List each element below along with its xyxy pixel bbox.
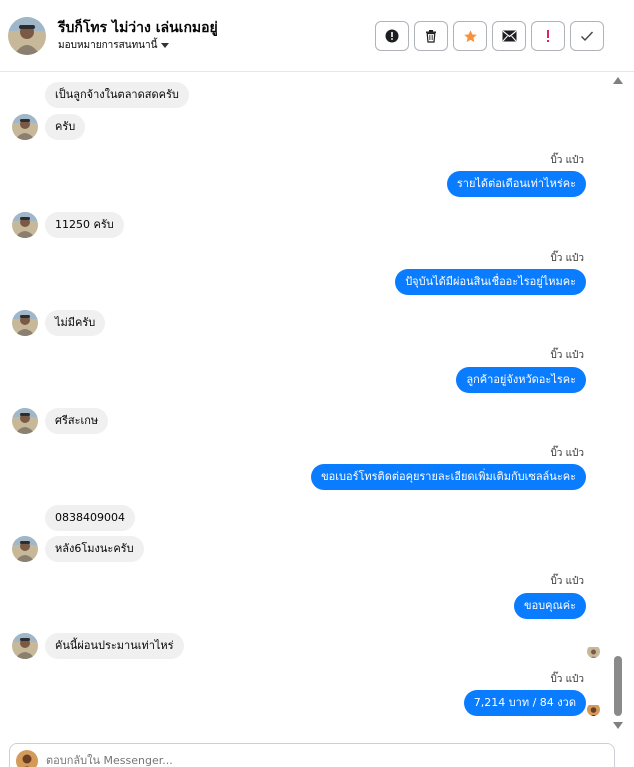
- customer-avatar-small: [12, 633, 38, 659]
- message-bubble-incoming[interactable]: ครับ: [45, 114, 86, 140]
- action-toolbar: [375, 21, 604, 51]
- star-icon: [463, 29, 477, 42]
- agent-name: บิ๊ว แป๋ว: [550, 155, 584, 166]
- message-bubble-outgoing[interactable]: ลูกค้าอยู่จังหวัดอะไรคะ: [456, 367, 586, 393]
- message-bubble-incoming[interactable]: 0838409004: [45, 505, 135, 531]
- reply-composer: [9, 743, 615, 767]
- agent-name: บิ๊ว แป๋ว: [550, 448, 584, 459]
- customer-avatar[interactable]: [8, 17, 46, 55]
- customer-avatar-small: [12, 408, 38, 434]
- assign-conversation-dropdown[interactable]: มอบหมายการสนทนานี้: [58, 38, 170, 53]
- message-bubble-incoming[interactable]: หลัง6โมงนะครับ: [45, 536, 144, 562]
- trash-icon: [426, 30, 436, 43]
- agent-name: บิ๊ว แป๋ว: [550, 253, 584, 264]
- customer-avatar-small: [12, 212, 38, 238]
- exclamation-circle-icon: [385, 29, 399, 43]
- customer-avatar-small: [12, 310, 38, 336]
- message-bubble-outgoing[interactable]: 7,214 บาท / 84 งวด: [463, 690, 586, 716]
- spam-button[interactable]: [531, 21, 565, 51]
- scroll-down-arrow-icon[interactable]: [613, 722, 623, 729]
- message-bubble-incoming[interactable]: ไม่มีครับ: [45, 310, 106, 336]
- message-thread: เป็นลูกจ้างในตลาดสดครับ ครับ บิ๊ว แป๋ว ร…: [0, 73, 612, 737]
- message-bubble-incoming[interactable]: 11250 ครับ: [45, 212, 124, 238]
- agent-name: บิ๊ว แป๋ว: [550, 576, 584, 587]
- message-bubble-incoming[interactable]: เป็นลูกจ้างในตลาดสดครับ: [45, 82, 189, 108]
- delete-button[interactable]: [414, 21, 448, 51]
- star-button[interactable]: [453, 21, 487, 51]
- alert-button[interactable]: [375, 21, 409, 51]
- scrollbar-thumb[interactable]: [614, 656, 622, 716]
- agent-name: บิ๊ว แป๋ว: [550, 350, 584, 361]
- seen-receipt-avatar: [587, 645, 600, 658]
- exclamation-icon: [547, 30, 549, 42]
- message-bubble-outgoing[interactable]: รายได้ต่อเดือนเท่าไหร่คะ: [446, 171, 586, 197]
- conversation-header: รีบก็โทร ไม่ว่าง เล่นเกมอยู่ มอบหมายการส…: [0, 0, 634, 72]
- customer-avatar-small: [12, 536, 38, 562]
- message-bubble-outgoing[interactable]: ขอบคุณค่ะ: [514, 593, 586, 619]
- agent-name: บิ๊ว แป๋ว: [550, 674, 584, 685]
- done-button[interactable]: [570, 21, 604, 51]
- message-bubble-incoming[interactable]: คันนี้ผ่อนประมานเท่าไหร่: [45, 633, 184, 659]
- customer-name[interactable]: รีบก็โทร ไม่ว่าง เล่นเกมอยู่: [58, 17, 218, 39]
- message-bubble-incoming[interactable]: ศรีสะเกษ: [45, 408, 109, 434]
- envelope-icon: [502, 30, 516, 42]
- agent-avatar: [16, 750, 38, 767]
- assign-conversation-label: มอบหมายการสนทนานี้: [58, 40, 158, 51]
- check-icon: [581, 31, 594, 42]
- agent-avatar-small: [587, 703, 600, 716]
- thread-scrollbar[interactable]: [612, 73, 634, 737]
- customer-avatar-small: [12, 114, 38, 140]
- reply-input[interactable]: [46, 754, 586, 767]
- message-bubble-outgoing[interactable]: ปัจุบันได้มีผ่อนสินเชื่ออะไรอยู่ไหมคะ: [395, 269, 586, 295]
- email-button[interactable]: [492, 21, 526, 51]
- caret-down-icon: [161, 43, 170, 48]
- message-bubble-outgoing[interactable]: ขอเบอร์โทรติดต่อคุยรายละเอียดเพิ่มเติมกั…: [311, 464, 586, 490]
- scroll-up-arrow-icon[interactable]: [613, 77, 623, 84]
